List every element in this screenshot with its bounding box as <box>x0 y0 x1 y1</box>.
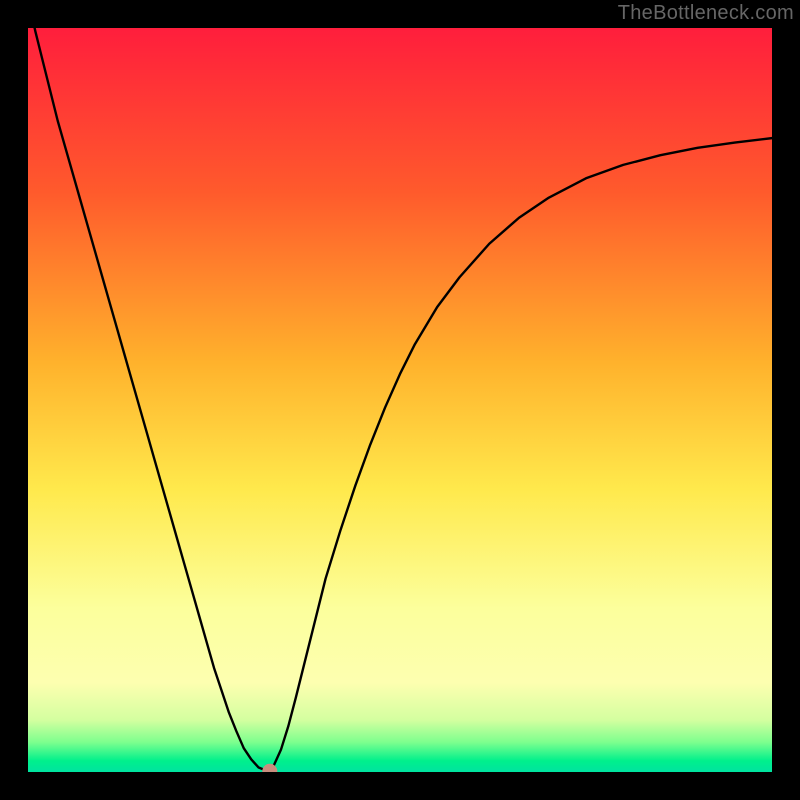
gradient-background <box>28 28 772 772</box>
chart-frame: TheBottleneck.com <box>0 0 800 800</box>
chart-svg <box>28 28 772 772</box>
plot-area <box>28 28 772 772</box>
watermark-text: TheBottleneck.com <box>618 2 794 25</box>
